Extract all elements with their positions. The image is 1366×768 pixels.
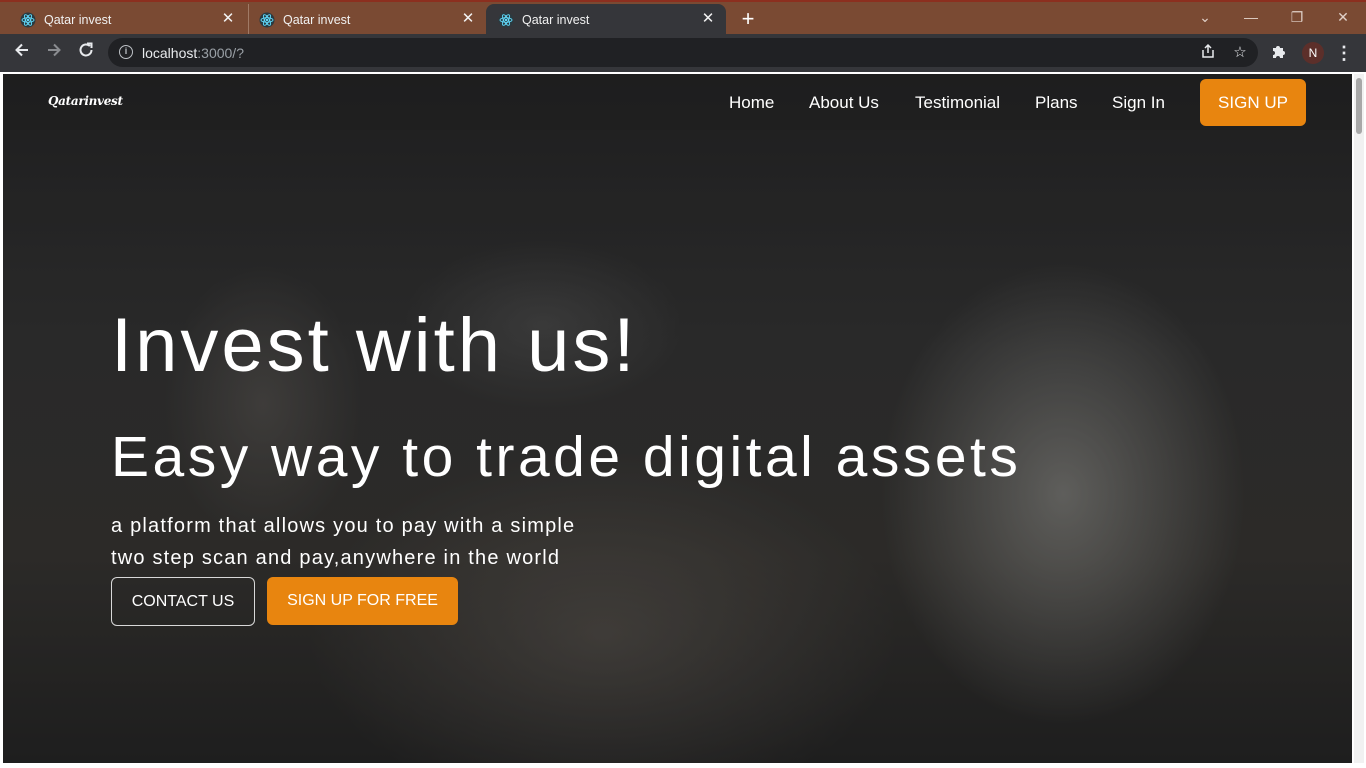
bookmark-star-icon[interactable]: ☆ <box>1230 43 1250 63</box>
hero-subtitle: Easy way to trade digital assets <box>111 425 1022 489</box>
tab-title: Qatar invest <box>44 13 112 27</box>
restore-icon[interactable]: ❐ <box>1283 6 1311 30</box>
nav-link-home[interactable]: Home <box>729 93 774 113</box>
browser-menu-icon[interactable]: ⋮ <box>1334 41 1354 65</box>
close-tab-icon[interactable]: ✕ <box>220 11 236 27</box>
browser-toolbar: i localhost:3000/? ☆ N ⋮ <box>0 34 1366 72</box>
hero-description: a platform that allows you to pay with a… <box>111 510 575 574</box>
forward-arrow-icon[interactable] <box>42 41 66 65</box>
nav-signup-button[interactable]: SIGN UP <box>1200 79 1306 126</box>
hero-description-line-1: a platform that allows you to pay with a… <box>111 515 576 537</box>
site-navbar: Qatarinvest Home About Us Testimonial Pl… <box>3 74 1352 130</box>
hero-description-line-2: two step scan and pay,anywhere in the wo… <box>111 547 561 569</box>
minimize-icon[interactable]: — <box>1237 6 1265 30</box>
browser-viewport: Qatarinvest Home About Us Testimonial Pl… <box>0 72 1366 768</box>
address-bar[interactable]: i localhost:3000/? ☆ <box>108 38 1258 67</box>
react-icon <box>20 12 36 28</box>
nav-link-plans[interactable]: Plans <box>1035 93 1078 113</box>
hero-background-image <box>3 74 1352 763</box>
tab-title: Qatar invest <box>522 13 590 27</box>
page-scrollbar[interactable] <box>1354 74 1364 763</box>
hero-section: Qatarinvest Home About Us Testimonial Pl… <box>3 74 1352 763</box>
site-logo[interactable]: Qatarinvest <box>48 94 123 108</box>
url-text: localhost:3000/? <box>142 45 244 61</box>
close-tab-icon[interactable]: ✕ <box>700 11 716 27</box>
browser-tab-3-active[interactable]: Qatar invest ✕ <box>486 4 726 36</box>
nav-link-testimonial[interactable]: Testimonial <box>915 93 1000 113</box>
react-icon <box>259 12 275 28</box>
scrollbar-thumb[interactable] <box>1356 78 1362 134</box>
site-info-icon[interactable]: i <box>119 45 133 59</box>
extensions-puzzle-icon[interactable] <box>1269 43 1289 63</box>
new-tab-plus-icon[interactable]: + <box>736 8 760 32</box>
browser-tab-strip: Qatar invest ✕ Qatar invest ✕ Qatar inve… <box>0 0 1366 36</box>
share-icon[interactable] <box>1198 43 1218 63</box>
back-arrow-icon[interactable] <box>10 41 34 65</box>
close-tab-icon[interactable]: ✕ <box>460 11 476 27</box>
react-icon <box>498 12 514 28</box>
contact-us-button[interactable]: CONTACT US <box>111 577 255 626</box>
hero-title: Invest with us! <box>111 303 638 388</box>
nav-link-about-us[interactable]: About Us <box>809 93 879 113</box>
tab-search-chevron-icon[interactable]: ⌄ <box>1191 6 1219 30</box>
browser-tab-2[interactable]: Qatar invest ✕ <box>248 4 486 36</box>
reload-icon[interactable] <box>74 41 98 65</box>
sign-up-for-free-button[interactable]: SIGN UP FOR FREE <box>267 577 458 625</box>
window-close-icon[interactable]: ✕ <box>1329 6 1357 30</box>
tab-title: Qatar invest <box>283 13 351 27</box>
browser-tab-1[interactable]: Qatar invest ✕ <box>0 4 246 36</box>
nav-link-sign-in[interactable]: Sign In <box>1112 93 1165 113</box>
profile-avatar[interactable]: N <box>1302 42 1324 64</box>
